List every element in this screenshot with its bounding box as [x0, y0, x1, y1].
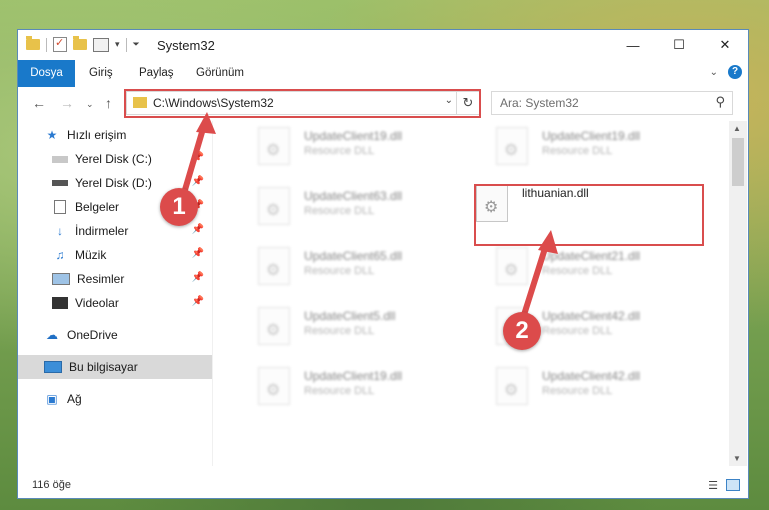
arrow-head-2	[538, 230, 558, 254]
step-badge-2: 2	[503, 312, 541, 350]
arrow-head-1	[196, 112, 216, 134]
arrow-to-file	[520, 239, 550, 321]
step-badge-1: 1	[160, 188, 198, 226]
annotation-arrows	[179, 112, 558, 321]
